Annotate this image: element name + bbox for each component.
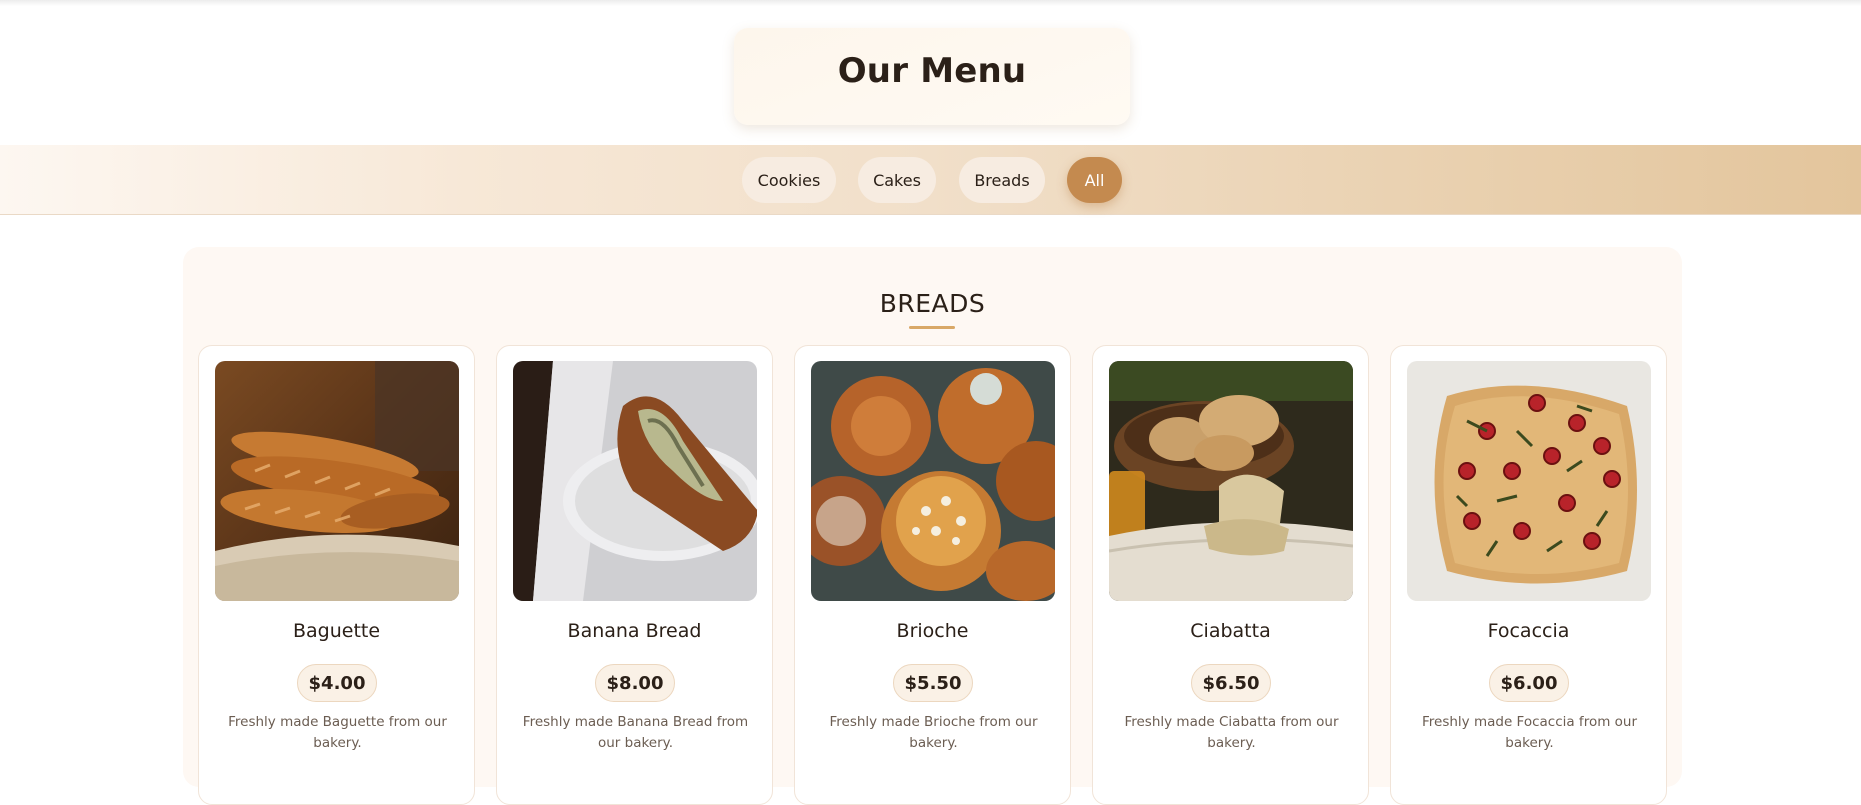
product-name: Brioche <box>896 620 969 642</box>
section-title: BREADS <box>879 289 986 318</box>
tab-breads[interactable]: Breads <box>959 157 1045 203</box>
price-badge: $4.00 <box>297 664 377 702</box>
focaccia-photo <box>1407 361 1651 601</box>
product-card[interactable]: Ciabatta $6.50 Freshly made Ciabatta fro… <box>1092 345 1369 805</box>
product-description: Freshly made Banana Bread from our baker… <box>522 714 749 751</box>
category-nav: Cookies Cakes Breads All <box>0 145 1861 215</box>
product-card[interactable]: Focaccia $6.00 Freshly made Focaccia fro… <box>1390 345 1667 805</box>
product-description: Freshly made Baguette from our bakery. <box>228 714 447 751</box>
product-name: Focaccia <box>1487 620 1570 642</box>
product-card[interactable]: Banana Bread $8.00 Freshly made Banana B… <box>496 345 773 805</box>
brioche-photo <box>811 361 1055 601</box>
tab-cookies[interactable]: Cookies <box>742 157 836 203</box>
product-name: Ciabatta <box>1190 620 1271 642</box>
product-description: Freshly made Brioche from our bakery. <box>829 714 1038 751</box>
page-title: Our Menu <box>837 50 1027 91</box>
menu-title-card: Our Menu <box>734 28 1130 125</box>
product-card[interactable]: Brioche $5.50 Freshly made Brioche from … <box>794 345 1071 805</box>
price-badge: $5.50 <box>893 664 973 702</box>
product-description: Freshly made Focaccia from our bakery. <box>1421 714 1638 751</box>
price-badge: $8.00 <box>595 664 675 702</box>
product-name: Baguette <box>292 620 381 642</box>
product-name: Banana Bread <box>567 620 702 642</box>
tab-all[interactable]: All <box>1067 157 1122 203</box>
product-card[interactable]: Baguette $4.00 Freshly made Baguette fro… <box>198 345 475 805</box>
tab-cakes[interactable]: Cakes <box>858 157 936 203</box>
product-description: Freshly made Ciabatta from our bakery. <box>1124 714 1339 751</box>
section-title-underline <box>909 326 955 329</box>
ciabatta-photo <box>1109 361 1353 601</box>
baguette-photo <box>215 361 459 601</box>
breads-section: BREADS Baguette $4.00 Freshly made Bague… <box>183 247 1682 805</box>
banana-bread-photo <box>513 361 757 601</box>
price-badge: $6.00 <box>1489 664 1569 702</box>
price-badge: $6.50 <box>1191 664 1271 702</box>
page-top-shadow <box>0 0 1861 6</box>
